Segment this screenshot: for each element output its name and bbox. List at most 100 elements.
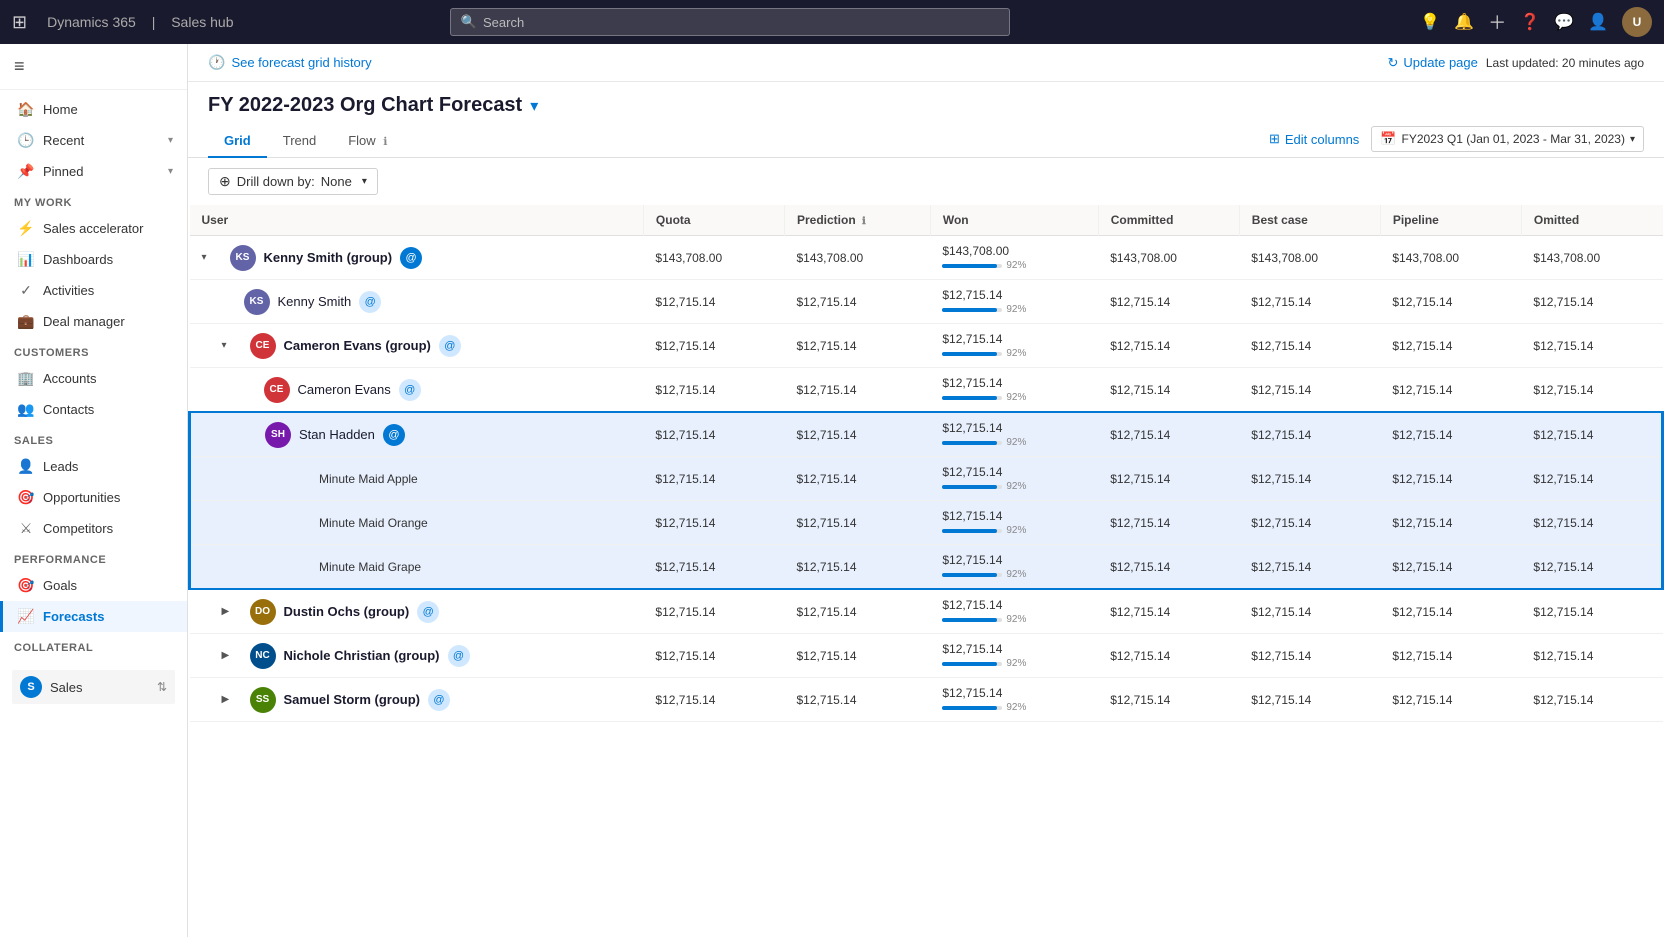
best-case-cell: $12,715.14: [1239, 634, 1380, 678]
period-selector[interactable]: 📅 FY2023 Q1 (Jan 01, 2023 - Mar 31, 2023…: [1371, 126, 1644, 152]
forecast-history-btn[interactable]: 🕐 See forecast grid history: [208, 54, 372, 71]
table-row[interactable]: ▾CECameron Evans (group)@$12,715.14$12,7…: [190, 324, 1663, 368]
prediction-cell: $12,715.14: [784, 457, 930, 501]
tab-flow-label: Flow: [348, 133, 375, 148]
user-action-icon[interactable]: @: [359, 291, 381, 313]
forecast-history-label: See forecast grid history: [231, 55, 371, 70]
hamburger-icon[interactable]: ≡: [10, 52, 177, 81]
omitted-cell: $12,715.14: [1521, 457, 1662, 501]
table-row[interactable]: KSKenny Smith@$12,715.14$12,715.14 $12,7…: [190, 280, 1663, 324]
best-case-cell: $12,715.14: [1239, 501, 1380, 545]
sidebar-item-home[interactable]: 🏠 Home: [0, 94, 187, 125]
sidebar-item-pinned[interactable]: 📌 Pinned ▾: [0, 156, 187, 187]
table-row[interactable]: ▶DODustin Ochs (group)@$12,715.14$12,715…: [190, 589, 1663, 634]
person-icon[interactable]: 👤: [1588, 12, 1608, 32]
lightbulb-icon[interactable]: 💡: [1420, 12, 1440, 32]
table-row[interactable]: Minute Maid Grape$12,715.14$12,715.14 $1…: [190, 545, 1663, 590]
sidebar-item-label: Contacts: [43, 402, 94, 417]
user-action-icon[interactable]: @: [439, 335, 461, 357]
sidebar-item-dashboards[interactable]: 📊 Dashboards: [0, 244, 187, 275]
sidebar-item-recent[interactable]: 🕒 Recent ▾: [0, 125, 187, 156]
won-cell: $12,715.14 92%: [930, 457, 1098, 501]
user-name: Cameron Evans: [298, 382, 391, 397]
sidebar-item-accounts[interactable]: 🏢 Accounts: [0, 363, 187, 394]
table-header-row: User Quota Prediction ℹ Won: [190, 205, 1663, 236]
user-action-icon[interactable]: @: [448, 645, 470, 667]
user-action-icon[interactable]: @: [400, 247, 422, 269]
user-action-icon[interactable]: @: [417, 601, 439, 623]
bell-icon[interactable]: 🔔: [1454, 12, 1474, 32]
info-icon: ℹ: [383, 136, 387, 148]
committed-cell: $12,715.14: [1098, 368, 1239, 413]
refresh-icon: ↻: [1388, 55, 1399, 71]
sidebar-item-activities[interactable]: ✓ Activities: [0, 275, 187, 306]
sidebar-item-opportunities[interactable]: 🎯 Opportunities: [0, 482, 187, 513]
tab-trend[interactable]: Trend: [267, 125, 332, 158]
group-avatar: S: [20, 676, 42, 698]
update-page-label: Update page: [1403, 55, 1477, 70]
expand-chevron-icon[interactable]: ▶: [222, 650, 242, 661]
sidebar-item-contacts[interactable]: 👥 Contacts: [0, 394, 187, 425]
omitted-cell: $12,715.14: [1521, 324, 1662, 368]
goals-icon: 🎯: [17, 577, 35, 594]
forecast-title-dropdown-icon[interactable]: ▾: [530, 96, 538, 116]
table-row[interactable]: SHStan Hadden@$12,715.14$12,715.14 $12,7…: [190, 412, 1663, 457]
quota-cell: $12,715.14: [643, 545, 784, 590]
search-bar[interactable]: 🔍: [450, 8, 1010, 36]
user-action-icon[interactable]: @: [399, 379, 421, 401]
drill-down-selector[interactable]: ⊕ Drill down by: None ▾: [208, 168, 378, 195]
sidebar-item-forecasts[interactable]: 📈 Forecasts: [0, 601, 187, 632]
chat-icon[interactable]: 💬: [1554, 12, 1574, 32]
quota-cell: $12,715.14: [643, 457, 784, 501]
table-row[interactable]: Minute Maid Orange$12,715.14$12,715.14 $…: [190, 501, 1663, 545]
table-row[interactable]: ▾KSKenny Smith (group)@$143,708.00$143,7…: [190, 236, 1663, 280]
expand-chevron-icon[interactable]: ▾: [222, 340, 242, 351]
sidebar-item-label: Sales accelerator: [43, 221, 143, 236]
sidebar-item-deal-manager[interactable]: 💼 Deal manager: [0, 306, 187, 337]
user-cell: ▾CECameron Evans (group)@: [190, 324, 644, 368]
update-page-button[interactable]: ↻ Update page: [1388, 55, 1478, 71]
best-case-cell: $12,715.14: [1239, 457, 1380, 501]
pipeline-cell: $12,715.14: [1380, 634, 1521, 678]
sidebar-item-goals[interactable]: 🎯 Goals: [0, 570, 187, 601]
table-row[interactable]: Minute Maid Apple$12,715.14$12,715.14 $1…: [190, 457, 1663, 501]
pipeline-cell: $12,715.14: [1380, 368, 1521, 413]
pipeline-cell: $12,715.14: [1380, 501, 1521, 545]
waffle-icon[interactable]: ⊞: [12, 12, 27, 33]
tab-grid[interactable]: Grid: [208, 125, 267, 158]
table-row[interactable]: CECameron Evans@$12,715.14$12,715.14 $12…: [190, 368, 1663, 413]
quota-cell: $12,715.14: [643, 634, 784, 678]
content-area: 🕐 See forecast grid history ↻ Update pag…: [188, 44, 1664, 937]
table-row[interactable]: ▶SSSamuel Storm (group)@$12,715.14$12,71…: [190, 678, 1663, 722]
tab-grid-label: Grid: [224, 133, 251, 148]
avatar[interactable]: U: [1622, 7, 1652, 37]
omitted-cell: $12,715.14: [1521, 589, 1662, 634]
table-row[interactable]: ▶NCNichole Christian (group)@$12,715.14$…: [190, 634, 1663, 678]
prediction-cell: $12,715.14: [784, 368, 930, 413]
user-action-icon[interactable]: @: [383, 424, 405, 446]
committed-cell: $12,715.14: [1098, 324, 1239, 368]
search-input[interactable]: [483, 15, 999, 30]
edit-columns-icon: ⊞: [1269, 131, 1280, 147]
tab-flow[interactable]: Flow ℹ: [332, 125, 403, 158]
help-icon[interactable]: ❓: [1520, 12, 1540, 32]
won-cell: $143,708.00 92%: [930, 236, 1098, 280]
sidebar-item-sales-accelerator[interactable]: ⚡ Sales accelerator: [0, 213, 187, 244]
edit-columns-button[interactable]: ⊞ Edit columns: [1269, 131, 1359, 147]
pipeline-cell: $12,715.14: [1380, 457, 1521, 501]
best-case-cell: $12,715.14: [1239, 589, 1380, 634]
won-cell: $12,715.14 92%: [930, 368, 1098, 413]
sidebar-item-leads[interactable]: 👤 Leads: [0, 451, 187, 482]
quota-cell: $12,715.14: [643, 501, 784, 545]
sidebar-group-sales[interactable]: S Sales ⇅: [12, 670, 175, 704]
won-cell: $12,715.14 92%: [930, 324, 1098, 368]
user-action-icon[interactable]: @: [428, 689, 450, 711]
plus-icon[interactable]: ＋: [1488, 9, 1506, 35]
expand-chevron-icon[interactable]: ▾: [202, 252, 222, 263]
expand-chevron-icon[interactable]: ▶: [222, 606, 242, 617]
committed-cell: $12,715.14: [1098, 545, 1239, 590]
sidebar-item-competitors[interactable]: ⚔ Competitors: [0, 513, 187, 544]
won-cell: $12,715.14 92%: [930, 280, 1098, 324]
expand-chevron-icon[interactable]: ▶: [222, 694, 242, 705]
user-name: Samuel Storm (group): [284, 692, 421, 707]
